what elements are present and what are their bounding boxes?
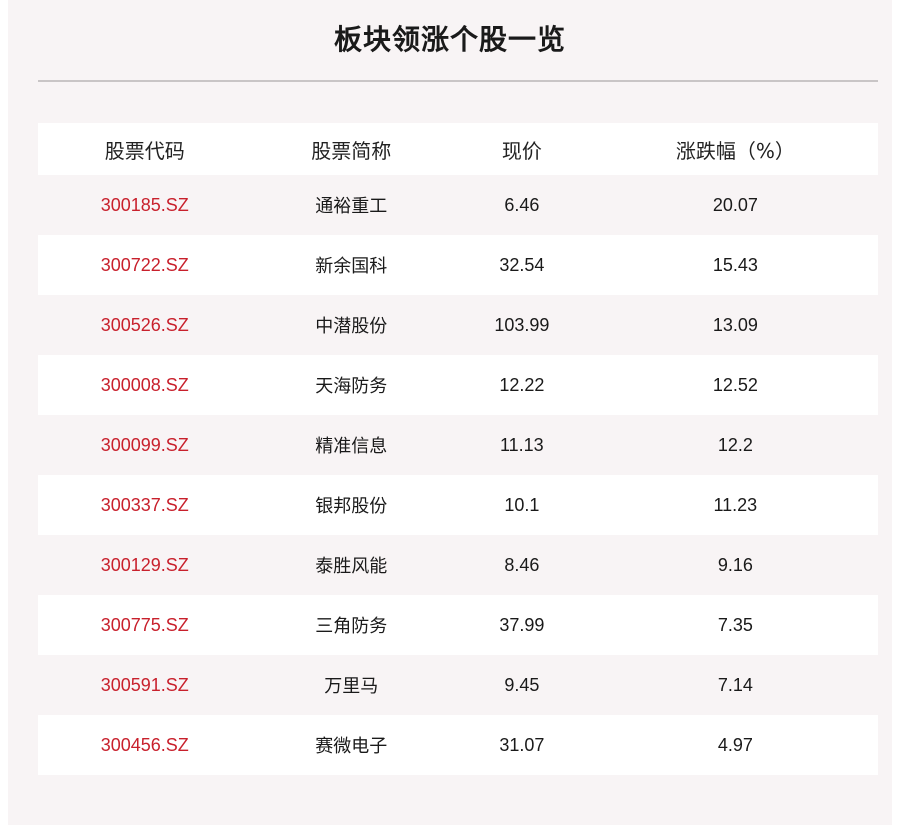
table-row: 300775.SZ 三角防务 37.99 7.35 bbox=[38, 595, 878, 655]
stock-price: 32.54 bbox=[499, 254, 545, 275]
stock-name: 赛微电子 bbox=[315, 736, 388, 757]
stock-name: 精准信息 bbox=[315, 436, 388, 457]
stock-name: 三角防务 bbox=[315, 616, 388, 637]
stock-code: 300185.SZ bbox=[100, 194, 189, 215]
table-row: 300008.SZ 天海防务 12.22 12.52 bbox=[38, 355, 878, 415]
stock-price: 103.99 bbox=[494, 314, 550, 335]
title-divider bbox=[38, 80, 878, 82]
stock-code: 300337.SZ bbox=[100, 494, 189, 515]
stock-name: 通裕重工 bbox=[315, 196, 388, 217]
stock-name: 泰胜风能 bbox=[315, 556, 388, 577]
stock-code: 300722.SZ bbox=[100, 254, 189, 275]
table-row: 300129.SZ 泰胜风能 8.46 9.16 bbox=[38, 535, 878, 595]
table-row: 300456.SZ 赛微电子 31.07 4.97 bbox=[38, 715, 878, 775]
page-title: 板块领涨个股一览 bbox=[333, 23, 566, 56]
stock-code: 300526.SZ bbox=[100, 314, 189, 335]
table-row: 300099.SZ 精准信息 11.13 12.2 bbox=[38, 415, 878, 475]
stock-price: 12.22 bbox=[499, 374, 545, 395]
header-name: 股票简称 bbox=[311, 138, 392, 163]
stock-change: 12.2 bbox=[717, 434, 753, 455]
stock-change: 13.09 bbox=[712, 314, 758, 335]
header-price: 现价 bbox=[501, 138, 542, 163]
stock-price: 31.07 bbox=[499, 734, 545, 755]
stock-code: 300129.SZ bbox=[100, 554, 189, 575]
stock-code: 300456.SZ bbox=[100, 734, 189, 755]
stock-change: 4.97 bbox=[717, 734, 753, 755]
stock-price: 37.99 bbox=[499, 614, 545, 635]
table-row: 300185.SZ 通裕重工 6.46 20.07 bbox=[38, 175, 878, 235]
stock-name: 中潜股份 bbox=[315, 316, 388, 337]
table-row: 300337.SZ 银邦股份 10.1 11.23 bbox=[38, 475, 878, 535]
stock-change: 12.52 bbox=[712, 374, 758, 395]
stock-price: 6.46 bbox=[504, 194, 540, 215]
stock-change: 20.07 bbox=[712, 194, 758, 215]
stock-name: 天海防务 bbox=[315, 376, 388, 397]
stock-price: 11.13 bbox=[499, 434, 544, 455]
stock-name: 银邦股份 bbox=[315, 496, 388, 517]
table-header-row: 股票代码 股票简称 现价 涨跌幅（%） bbox=[38, 123, 878, 175]
stock-price: 9.45 bbox=[504, 674, 540, 695]
stock-change: 7.35 bbox=[717, 614, 753, 635]
table-row: 300722.SZ 新余国科 32.54 15.43 bbox=[38, 235, 878, 295]
stock-table: 股票代码 股票简称 现价 涨跌幅（%） 300185.SZ 通裕重工 6.46 … bbox=[38, 123, 878, 775]
table-row: 300526.SZ 中潜股份 103.99 13.09 bbox=[38, 295, 878, 355]
stock-price: 8.46 bbox=[504, 554, 540, 575]
stock-change: 11.23 bbox=[713, 494, 758, 515]
header-code: 股票代码 bbox=[104, 138, 185, 163]
stock-code: 300099.SZ bbox=[100, 434, 189, 455]
stock-code: 300008.SZ bbox=[100, 374, 189, 395]
stock-change: 15.43 bbox=[712, 254, 758, 275]
table-row: 300591.SZ 万里马 9.45 7.14 bbox=[38, 655, 878, 715]
stock-price: 10.1 bbox=[504, 494, 540, 515]
stock-code: 300775.SZ bbox=[100, 614, 189, 635]
stock-name: 新余国科 bbox=[315, 256, 388, 277]
stock-change: 9.16 bbox=[717, 554, 753, 575]
stock-code: 300591.SZ bbox=[100, 674, 189, 695]
stock-change: 7.14 bbox=[717, 674, 753, 695]
header-change: 涨跌幅（%） bbox=[675, 138, 795, 163]
stock-name: 万里马 bbox=[324, 676, 379, 697]
